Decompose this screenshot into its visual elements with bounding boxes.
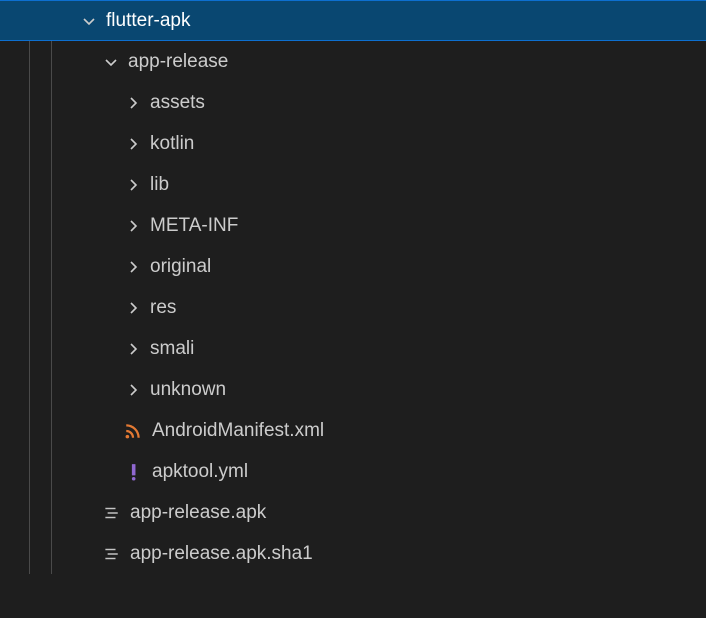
- file-label: AndroidManifest.xml: [152, 420, 324, 442]
- tree-folder-kotlin[interactable]: kotlin: [0, 123, 706, 164]
- folder-label: res: [150, 297, 176, 319]
- tree-folder-unknown[interactable]: unknown: [0, 369, 706, 410]
- tree-folder-original[interactable]: original: [0, 246, 706, 287]
- folder-label: flutter-apk: [106, 10, 190, 32]
- tree-file-app-release-apk[interactable]: app-release.apk: [0, 492, 706, 533]
- yaml-icon: [122, 461, 144, 483]
- tree-folder-flutter-apk[interactable]: flutter-apk: [0, 0, 706, 41]
- folder-label: app-release: [128, 51, 228, 73]
- file-tree: flutter-apk app-release assets kotlin li…: [0, 0, 706, 574]
- tree-folder-smali[interactable]: smali: [0, 328, 706, 369]
- folder-label: unknown: [150, 379, 226, 401]
- tree-folder-meta-inf[interactable]: META-INF: [0, 205, 706, 246]
- chevron-right-icon: [122, 256, 144, 278]
- chevron-right-icon: [122, 379, 144, 401]
- folder-label: META-INF: [150, 215, 238, 237]
- file-label: apktool.yml: [152, 461, 248, 483]
- folder-label: kotlin: [150, 133, 194, 155]
- folder-label: lib: [150, 174, 169, 196]
- file-label: app-release.apk: [130, 502, 266, 524]
- tree-file-android-manifest[interactable]: AndroidManifest.xml: [0, 410, 706, 451]
- chevron-right-icon: [122, 338, 144, 360]
- folder-label: original: [150, 256, 211, 278]
- file-label: app-release.apk.sha1: [130, 543, 313, 565]
- tree-folder-res[interactable]: res: [0, 287, 706, 328]
- chevron-down-icon: [78, 10, 100, 32]
- chevron-right-icon: [122, 92, 144, 114]
- tree-file-apktool-yml[interactable]: apktool.yml: [0, 451, 706, 492]
- folder-label: assets: [150, 92, 205, 114]
- chevron-right-icon: [122, 133, 144, 155]
- chevron-down-icon: [100, 51, 122, 73]
- file-lines-icon: [100, 543, 122, 565]
- chevron-right-icon: [122, 297, 144, 319]
- rss-icon: [122, 420, 144, 442]
- tree-folder-assets[interactable]: assets: [0, 82, 706, 123]
- chevron-right-icon: [122, 215, 144, 237]
- tree-folder-app-release[interactable]: app-release: [0, 41, 706, 82]
- tree-folder-lib[interactable]: lib: [0, 164, 706, 205]
- chevron-right-icon: [122, 174, 144, 196]
- file-lines-icon: [100, 502, 122, 524]
- folder-label: smali: [150, 338, 194, 360]
- tree-file-app-release-apk-sha1[interactable]: app-release.apk.sha1: [0, 533, 706, 574]
